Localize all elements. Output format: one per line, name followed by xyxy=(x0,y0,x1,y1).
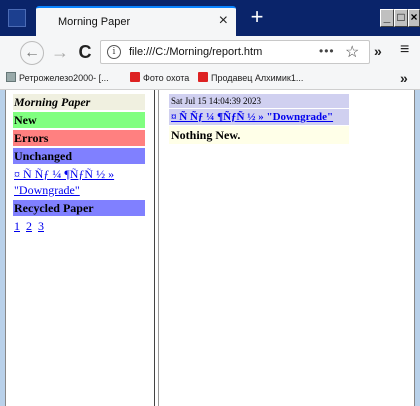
maximize-button[interactable]: □ xyxy=(394,9,408,27)
tab-close-icon[interactable]: × xyxy=(219,12,228,30)
close-window-button[interactable]: × xyxy=(408,9,420,27)
bookmark-item[interactable]: Продавец Алхимик1... xyxy=(198,72,303,83)
site-favicon-icon xyxy=(130,72,140,82)
url-bar[interactable]: i file:///C:/Morning/report.htm ••• ☆ xyxy=(100,40,370,64)
bookmark-label: Фото охота xyxy=(143,73,190,83)
bookmark-label: Продавец Алхимик1... xyxy=(211,73,304,83)
page-link-1[interactable]: 1 xyxy=(14,219,20,233)
section-title: Morning Paper xyxy=(13,94,145,110)
page-link-2[interactable]: 2 xyxy=(26,219,32,233)
section-new: New xyxy=(13,112,145,128)
new-tab-button[interactable]: + xyxy=(244,5,270,31)
navigation-toolbar: ← → C i file:///C:/Morning/report.htm ••… xyxy=(0,36,420,68)
tab-morning-paper[interactable]: Morning Paper × xyxy=(36,6,236,36)
report-status: Nothing New. xyxy=(169,126,349,144)
bookmark-label: Ретрожелезо2000- [... xyxy=(19,73,109,83)
bookmark-star-icon[interactable]: ☆ xyxy=(345,42,359,62)
section-unchanged: Unchanged xyxy=(13,148,145,164)
page-link-3[interactable]: 3 xyxy=(38,219,44,233)
reload-button[interactable]: C xyxy=(75,42,95,62)
url-text[interactable]: file:///C:/Morning/report.htm xyxy=(129,46,262,58)
info-icon[interactable]: i xyxy=(107,45,121,59)
section-recycled-paper: Recycled Paper xyxy=(13,200,145,216)
site-favicon-icon xyxy=(198,72,208,82)
section-errors: Errors xyxy=(13,130,145,146)
report-item-link[interactable]: ¤ Ñ Ñƒ ¼ ¶ÑƒÑ ½ » "Downgrade" xyxy=(169,109,349,125)
right-frame: Sat Jul 15 14:04:39 2023 ¤ Ñ Ñƒ ¼ ¶ÑƒÑ ½… xyxy=(159,90,414,406)
page-actions-icon[interactable]: ••• xyxy=(319,44,335,58)
report-date: Sat Jul 15 14:04:39 2023 xyxy=(169,94,349,108)
bookmark-item[interactable]: Фото охота xyxy=(130,72,189,83)
bookmark-item[interactable]: Ретрожелезо2000- [... xyxy=(6,72,109,83)
unchanged-item-link[interactable]: ¤ Ñ Ñƒ ¼ ¶ÑƒÑ ½ » "Downgrade" xyxy=(13,166,145,198)
back-button[interactable]: ← xyxy=(20,41,44,65)
page-links: 1 2 3 xyxy=(13,218,145,234)
tab-title: Morning Paper xyxy=(58,16,131,28)
bookmarks-toolbar: Ретрожелезо2000- [... Фото охота Продаве… xyxy=(0,68,420,90)
app-icon xyxy=(8,9,26,27)
hamburger-menu-icon[interactable]: ≡ xyxy=(400,41,409,59)
left-frame: Morning Paper New Errors Unchanged ¤ Ñ Ñ… xyxy=(6,90,154,406)
page-viewport: Morning Paper New Errors Unchanged ¤ Ñ Ñ… xyxy=(5,90,415,406)
forward-button[interactable]: → xyxy=(50,42,70,62)
toolbar-overflow-icon[interactable]: » xyxy=(374,43,382,59)
title-bar: Morning Paper × + _ □ × xyxy=(0,0,420,36)
folder-icon xyxy=(6,72,16,82)
bookmarks-overflow-icon[interactable]: » xyxy=(400,70,408,86)
minimize-button[interactable]: _ xyxy=(380,9,394,27)
